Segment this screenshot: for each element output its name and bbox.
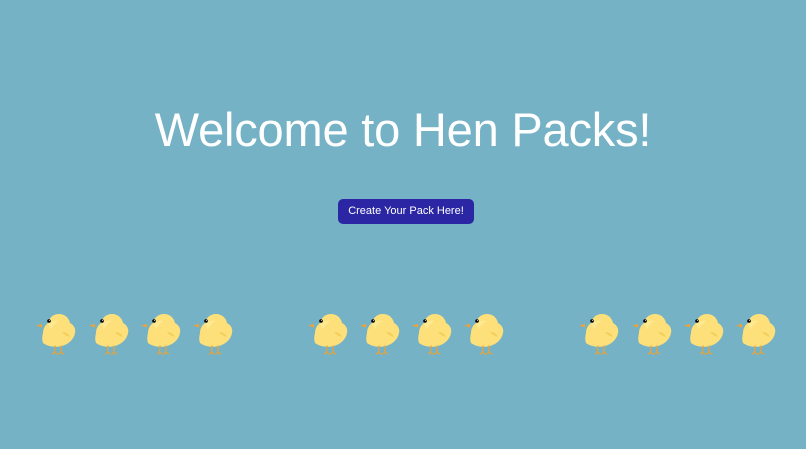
chick-icon: [462, 309, 506, 355]
chick-icon: [630, 309, 674, 355]
page-title: Welcome to Hen Packs!: [154, 103, 652, 156]
chick-icon: [34, 309, 78, 355]
chick-icon: [577, 309, 621, 355]
chick-icon: [191, 309, 235, 355]
chick-icon: [87, 309, 131, 355]
chick-icon: [306, 309, 350, 355]
landing-page: Welcome to Hen Packs! Create Your Pack H…: [0, 0, 806, 449]
chick-icon: [358, 309, 402, 355]
create-pack-button[interactable]: Create Your Pack Here!: [338, 199, 474, 224]
chick-icon: [139, 309, 183, 355]
chick-icon: [682, 309, 726, 355]
chick-icon: [410, 309, 454, 355]
chick-icon: [734, 309, 778, 355]
